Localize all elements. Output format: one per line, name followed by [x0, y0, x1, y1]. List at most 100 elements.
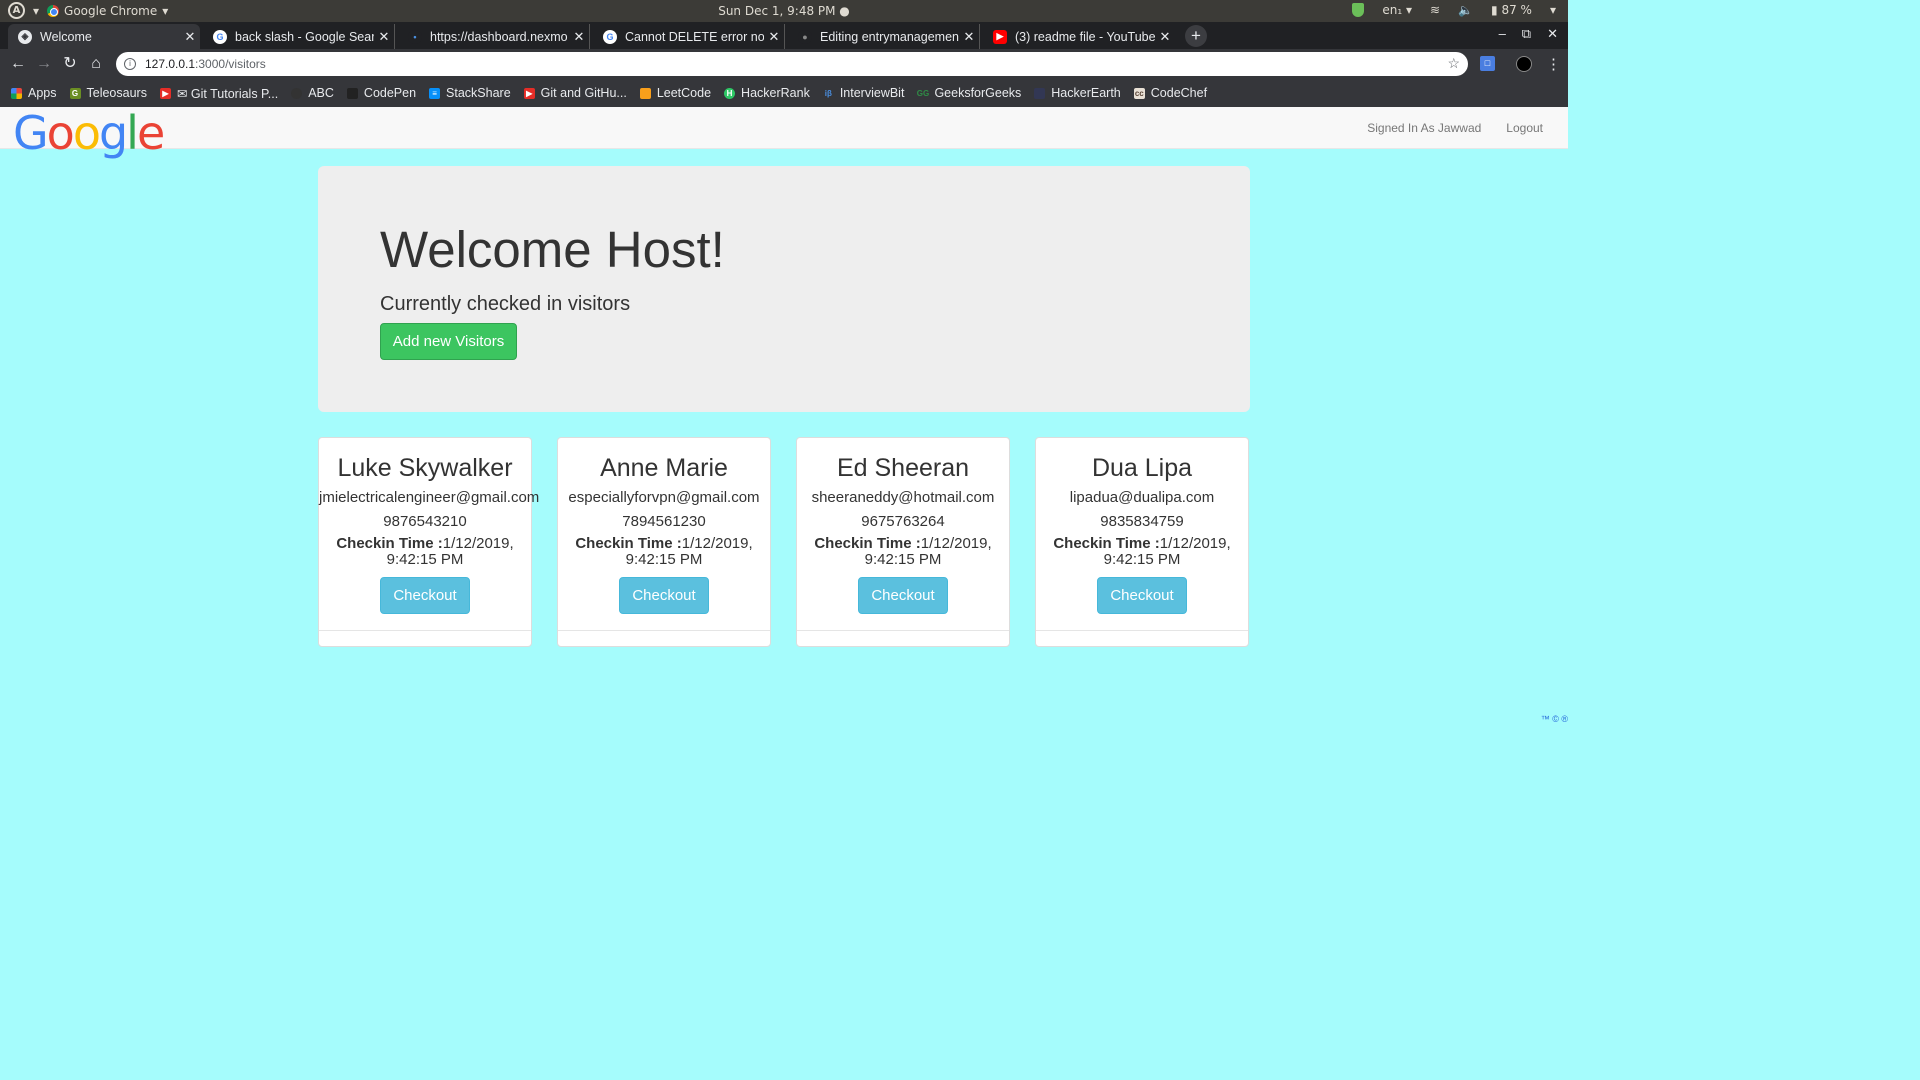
- close-tab-icon[interactable]: ✕: [1155, 29, 1175, 45]
- checkout-button[interactable]: Checkout: [858, 577, 948, 614]
- reload-icon[interactable]: ↻: [59, 53, 81, 75]
- tab-title: Editing entrymanagemen: [820, 29, 959, 44]
- logout-link[interactable]: Logout: [1506, 121, 1543, 135]
- apps-grid-icon: [11, 87, 22, 99]
- close-window-icon[interactable]: ✕: [1547, 26, 1558, 42]
- tab-editing-entrymanagement[interactable]: ● Editing entrymanagemen ✕: [788, 24, 980, 49]
- add-visitor-button[interactable]: Add new Visitors: [380, 323, 517, 360]
- codepen-icon: [346, 87, 358, 99]
- visitor-email: jmielectricalengineer@gmail.com: [319, 489, 540, 506]
- clock[interactable]: Sun Dec 1, 9:48 PM ●: [0, 4, 1568, 18]
- logo-letter: o: [46, 106, 75, 160]
- bookmark-stackshare[interactable]: ≡ StackShare: [429, 86, 511, 100]
- leetcode-icon: [639, 87, 651, 99]
- info-icon[interactable]: i: [124, 58, 136, 70]
- bookmark-codechef[interactable]: cc CodeChef: [1133, 86, 1208, 100]
- checkout-button[interactable]: Checkout: [619, 577, 709, 614]
- bookmark-label: CodePen: [363, 86, 417, 100]
- battery-indicator[interactable]: ▮ 87 %: [1491, 3, 1532, 17]
- close-tab-icon[interactable]: ✕: [764, 29, 784, 45]
- signed-in-user-link[interactable]: Signed In As Jawwad: [1367, 121, 1481, 135]
- bookmark-teleosaurs[interactable]: G Teleosaurs: [69, 86, 147, 100]
- tab-title: Cannot DELETE error nod: [625, 29, 764, 44]
- bookmark-hackerrank[interactable]: H HackerRank: [724, 86, 810, 100]
- forward-arrow-icon[interactable]: →: [33, 53, 55, 75]
- close-tab-icon[interactable]: ✕: [180, 29, 200, 45]
- visitor-name: Anne Marie: [600, 454, 728, 482]
- visitor-email: lipadua@dualipa.com: [1069, 489, 1215, 506]
- close-tab-icon[interactable]: ✕: [959, 29, 979, 45]
- visitor-email: sheeraneddy@hotmail.com: [811, 489, 995, 506]
- address-bar[interactable]: i 127.0.0.1:3000/visitors ☆: [116, 52, 1468, 76]
- bookmark-geeksforgeeks[interactable]: GG GeeksforGeeks: [917, 86, 1022, 100]
- bookmark-abc[interactable]: ABC: [291, 86, 334, 100]
- close-tab-icon[interactable]: ✕: [569, 29, 589, 45]
- battery-icon: ▮: [1491, 3, 1502, 17]
- bookmark-git-tutorials[interactable]: ▶ ✉ Git Tutorials P...: [159, 86, 278, 101]
- bookmark-label: StackShare: [446, 86, 511, 100]
- battery-level: 87 %: [1501, 3, 1532, 17]
- volume-icon[interactable]: 🔈: [1458, 3, 1473, 17]
- logo-letter: e: [136, 106, 165, 160]
- globe-icon: ◈: [18, 29, 32, 44]
- url-host: 127.0.0.1: [145, 57, 196, 71]
- url-path: :3000/visitors: [195, 57, 266, 71]
- bookmark-apps[interactable]: Apps: [11, 86, 57, 100]
- teleosaurs-icon: G: [69, 87, 81, 99]
- google-logo[interactable]: Google: [13, 110, 165, 156]
- card-footer: [1036, 630, 1248, 631]
- browser-toolbar: ← → ↻ ⌂ i 127.0.0.1:3000/visitors ☆: [0, 49, 1568, 79]
- bookmark-label: GeeksforGeeks: [934, 86, 1022, 100]
- new-tab-button[interactable]: +: [1185, 25, 1207, 47]
- restore-icon[interactable]: ⧉: [1522, 26, 1531, 42]
- tab-title: back slash - Google Search: [235, 29, 374, 44]
- checkout-button[interactable]: Checkout: [380, 577, 470, 614]
- shield-icon[interactable]: [1352, 3, 1365, 17]
- visitor-checkin-time: Checkin Time :1/12/2019, 9:42:15 PM: [797, 536, 1009, 568]
- card-footer: [797, 630, 1009, 631]
- chrome-menu-icon[interactable]: ⋮: [1546, 55, 1561, 73]
- bookmark-git-and-github[interactable]: ▶ Git and GitHu...: [523, 86, 627, 100]
- back-arrow-icon[interactable]: ←: [7, 53, 29, 75]
- wifi-icon[interactable]: ≋: [1430, 3, 1440, 17]
- tab-youtube[interactable]: ▶ (3) readme file - YouTube ✕: [983, 24, 1175, 49]
- logo-letter: g: [98, 106, 128, 160]
- tab-back-slash[interactable]: G back slash - Google Search ✕: [203, 24, 395, 49]
- visitor-card: Luke Skywalker jmielectricalengineer@gma…: [318, 437, 540, 647]
- youtube-icon: ▶: [993, 29, 1007, 44]
- translate-extension-icon[interactable]: □: [1480, 56, 1495, 71]
- page-title: Welcome Host!: [380, 221, 725, 278]
- tab-nexmo-dashboard[interactable]: • https://dashboard.nexmo ✕: [398, 24, 590, 49]
- checkin-label: Checkin Time :: [336, 535, 443, 552]
- tab-title: (3) readme file - YouTube: [1015, 29, 1155, 44]
- github-icon: [291, 87, 303, 99]
- power-menu-icon[interactable]: ▾: [1550, 3, 1556, 17]
- visitor-checkin-time: Checkin Time :1/12/2019, 9:42:15 PM: [319, 536, 531, 568]
- checkout-button[interactable]: Checkout: [1097, 577, 1187, 614]
- bookmark-leetcode[interactable]: LeetCode: [639, 86, 711, 100]
- tab-cannot-delete[interactable]: G Cannot DELETE error nod ✕: [593, 24, 785, 49]
- visitor-phone: 7894561230: [622, 513, 706, 530]
- bookmark-label: Git and GitHu...: [540, 86, 627, 100]
- bookmark-star-icon[interactable]: ☆: [1447, 55, 1460, 72]
- visitor-name: Ed Sheeran: [836, 454, 970, 482]
- bookmark-interviewbit[interactable]: iβ InterviewBit: [823, 86, 905, 100]
- tab-title: Welcome: [40, 29, 92, 44]
- tab-welcome[interactable]: ◈ Welcome ✕: [8, 24, 200, 49]
- welcome-jumbotron: Welcome Host! Currently checked in visit…: [318, 166, 1250, 412]
- visitor-checkin-time: Checkin Time :1/12/2019, 9:42:15 PM: [558, 536, 770, 568]
- minimize-icon[interactable]: –: [1499, 26, 1506, 42]
- close-tab-icon[interactable]: ✕: [374, 29, 394, 45]
- home-icon[interactable]: ⌂: [85, 53, 107, 75]
- checkin-label: Checkin Time :: [814, 535, 921, 552]
- bookmark-codepen[interactable]: CodePen: [346, 86, 417, 100]
- visitor-phone: 9675763264: [861, 513, 945, 530]
- os-top-bar: A ▾ Google Chrome ▾ Sun Dec 1, 9:48 PM ●…: [0, 0, 1568, 22]
- profile-avatar[interactable]: [1516, 56, 1532, 72]
- bookmark-label: CodeChef: [1150, 86, 1208, 100]
- language-indicator[interactable]: en₁ ▾: [1382, 3, 1412, 17]
- bookmark-label: InterviewBit: [839, 86, 905, 100]
- bookmark-label: Apps: [28, 86, 57, 100]
- site-navbar: [0, 107, 1568, 149]
- bookmark-hackerearth[interactable]: HackerEarth: [1034, 86, 1121, 100]
